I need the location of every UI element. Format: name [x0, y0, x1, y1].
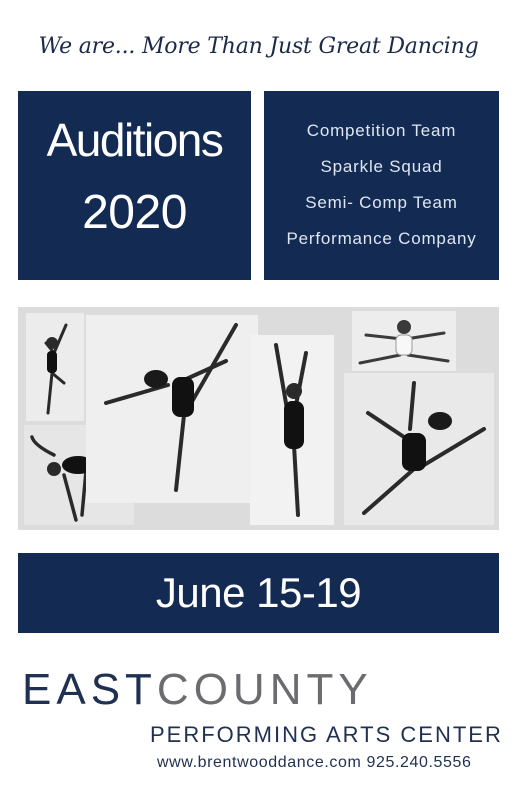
team-item: Performance Company [286, 229, 477, 248]
website-link[interactable]: www.brentwooddance.com [157, 754, 361, 771]
dancer-photo [86, 315, 258, 503]
team-item: Competition Team [306, 121, 457, 140]
dancer-photo [26, 313, 84, 421]
dancer-photo [250, 335, 334, 525]
tagline: We are... More Than Just Great Dancing [38, 34, 479, 59]
logo-wordmark: EASTCOUNTY [22, 668, 373, 712]
dancer-photo [352, 311, 456, 371]
contact-line: www.brentwooddance.com 925.240.5556 [157, 755, 472, 771]
phone-number: 925.240.5556 [366, 754, 472, 771]
audition-dates: June 15-19 [18, 553, 499, 633]
teams-list: Competition Team Sparkle Squad Semi- Com… [264, 113, 499, 257]
team-item: Sparkle Squad [320, 157, 443, 176]
auditions-title: Auditions [46, 114, 224, 166]
teams-box: Competition Team Sparkle Squad Semi- Com… [264, 91, 499, 280]
logo-county-text: COUNTY [156, 665, 373, 714]
logo-subtitle: PERFORMING ARTS CENTER [150, 722, 503, 747]
dancer-photo-collage [18, 307, 499, 530]
team-item: Semi- Comp Team [305, 193, 458, 212]
logo-east-text: EAST [22, 665, 157, 714]
dancer-photo [344, 373, 494, 525]
auditions-box: Auditions 2020 [18, 91, 251, 280]
auditions-year: 2020 [82, 186, 187, 239]
